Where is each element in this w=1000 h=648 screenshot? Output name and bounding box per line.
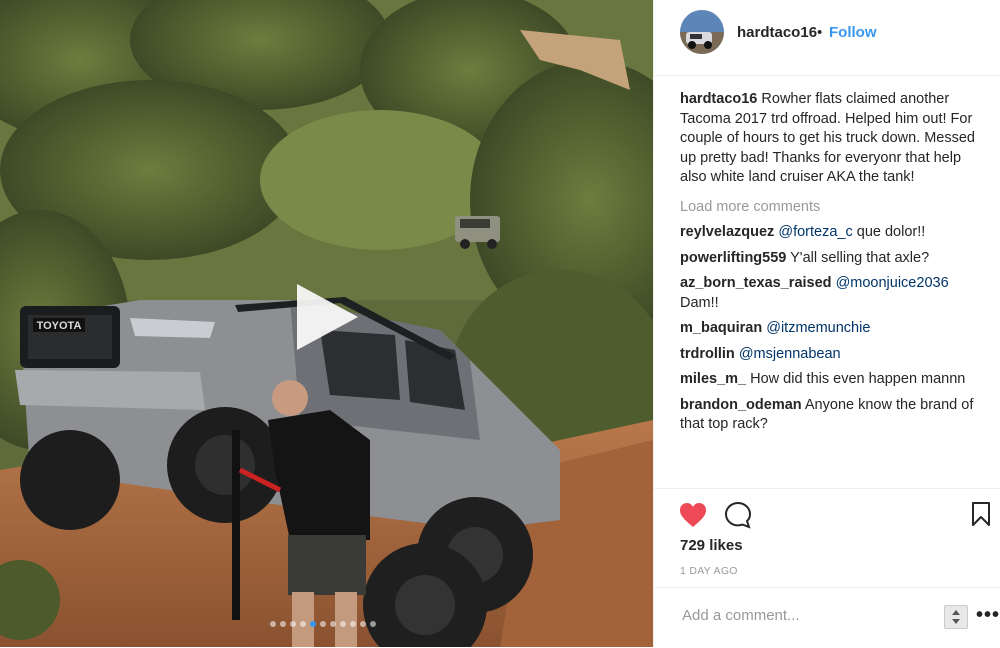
- carousel-dot[interactable]: [300, 621, 306, 627]
- bookmark-icon[interactable]: [971, 501, 991, 527]
- avatar-image: [680, 10, 724, 54]
- comment-mention[interactable]: @forteza_c: [778, 224, 852, 240]
- avatar[interactable]: [680, 10, 724, 54]
- more-icon[interactable]: •••: [976, 604, 1000, 627]
- post-header: hardtaco16 • Follow: [654, 0, 1000, 76]
- comment-mention[interactable]: @moonjuice2036: [836, 275, 949, 291]
- load-more-comments-button[interactable]: Load more comments: [680, 198, 980, 218]
- comment-username[interactable]: powerlifting559: [680, 250, 786, 266]
- caption-username[interactable]: hardtaco16: [680, 91, 757, 107]
- carousel-dot[interactable]: [320, 621, 326, 627]
- carousel-dot[interactable]: [310, 621, 316, 627]
- comment-item: az_born_texas_raised @moonjuice2036 Dam!…: [680, 274, 980, 313]
- post-media[interactable]: TOYOTA: [0, 0, 653, 647]
- comment-icon[interactable]: [724, 501, 752, 529]
- comment-item: brandon_odeman Anyone know the brand of …: [680, 396, 980, 435]
- comment-username[interactable]: az_born_texas_raised: [680, 275, 832, 291]
- post-sidebar: hardtaco16 • Follow hardtaco16 Rowher fl…: [653, 0, 1000, 647]
- comment-text: How did this even happen mannn: [750, 371, 966, 387]
- comment-item: trdrollin @msjennabean: [680, 345, 980, 365]
- carousel-dot[interactable]: [280, 621, 286, 627]
- action-bar: [654, 488, 1000, 529]
- carousel-dot[interactable]: [340, 621, 346, 627]
- carousel-dot[interactable]: [270, 621, 276, 627]
- comment-username[interactable]: brandon_odeman: [680, 397, 802, 413]
- comment-text: Y'all selling that axle?: [790, 249, 930, 266]
- comment-username[interactable]: miles_m_: [680, 371, 746, 387]
- comment-username[interactable]: trdrollin: [680, 346, 735, 362]
- stepper-icon[interactable]: [944, 605, 968, 629]
- comment-username[interactable]: m_baquiran: [680, 320, 762, 336]
- grille-logo-text: TOYOTA: [37, 320, 82, 332]
- add-comment-input[interactable]: [680, 606, 944, 625]
- comment-item: miles_m_ How did this even happen mannn: [680, 370, 980, 390]
- comment-item: reylvelazquez @forteza_c que dolor!!: [680, 223, 980, 243]
- comment-mention[interactable]: @itzmemunchie: [766, 320, 870, 336]
- follow-button[interactable]: Follow: [829, 24, 877, 41]
- carousel-dot[interactable]: [330, 621, 336, 627]
- comment-mention[interactable]: @msjennabean: [739, 346, 841, 362]
- header-separator: •: [817, 24, 823, 41]
- comment-username[interactable]: reylvelazquez: [680, 224, 774, 240]
- header-username[interactable]: hardtaco16: [737, 24, 817, 41]
- carousel-indicator: [270, 621, 376, 627]
- comments-list: hardtaco16 Rowher flats claimed another …: [680, 90, 980, 435]
- play-icon[interactable]: [292, 282, 362, 352]
- carousel-dot[interactable]: [360, 621, 366, 627]
- likes-count[interactable]: 729 likes: [680, 537, 743, 554]
- carousel-dot[interactable]: [350, 621, 356, 627]
- post-timestamp[interactable]: 1 DAY AGO: [680, 565, 738, 577]
- carousel-dot[interactable]: [370, 621, 376, 627]
- stepper-arrows: [952, 610, 960, 624]
- caption: hardtaco16 Rowher flats claimed another …: [680, 90, 980, 188]
- heart-icon[interactable]: [679, 502, 707, 528]
- add-comment-bar: •••: [654, 587, 1000, 648]
- comment-item: m_baquiran @itzmemunchie: [680, 319, 980, 339]
- comment-text: Dam!!: [680, 294, 719, 311]
- comment-text: que dolor!!: [856, 224, 926, 240]
- carousel-dot[interactable]: [290, 621, 296, 627]
- comment-item: powerlifting559 Y'all selling that axle?: [680, 249, 980, 269]
